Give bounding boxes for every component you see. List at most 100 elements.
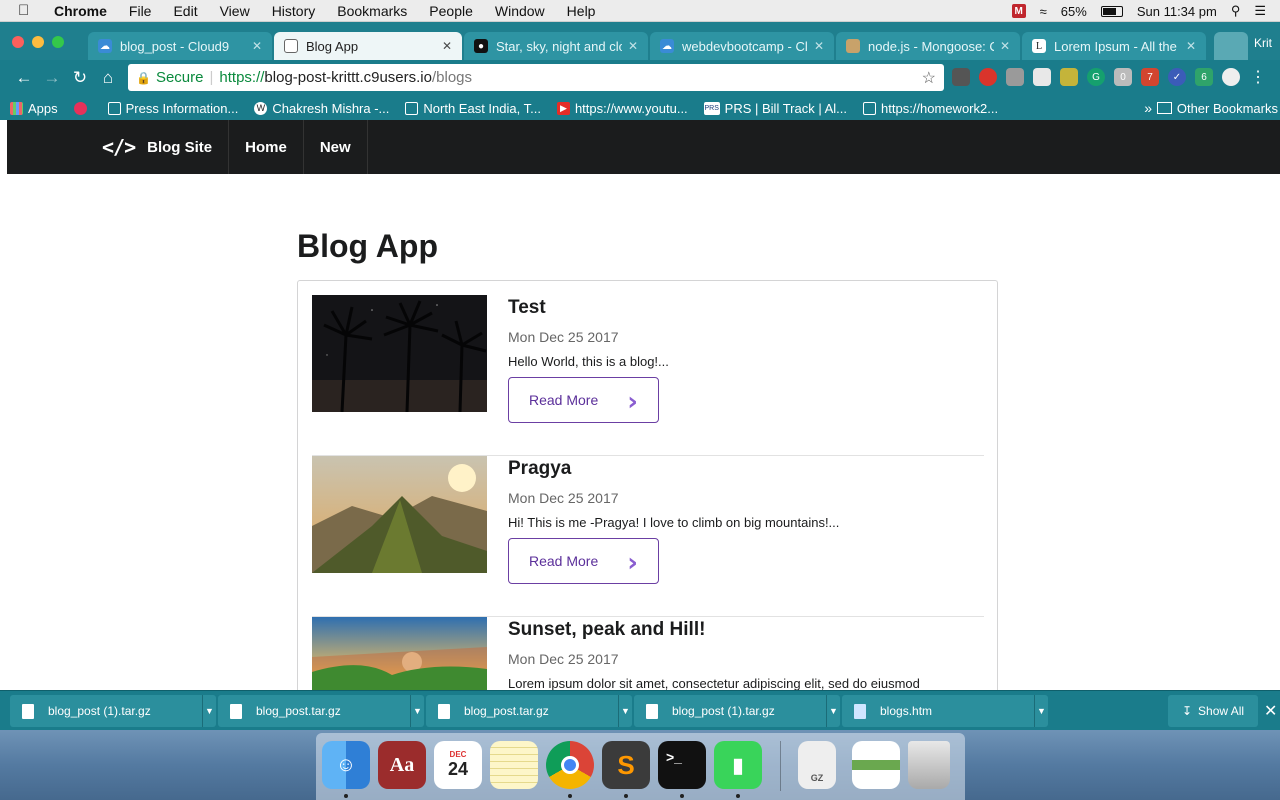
menu-file[interactable]: File [129,3,152,19]
forward-arrow-icon[interactable]: → [38,64,66,92]
close-tab-icon[interactable]: ✕ [1000,39,1010,53]
bookmark-press-information[interactable] [73,101,92,115]
tab-lorem-ipsum[interactable]: L Lorem Ipsum - All the fa ✕ [1022,32,1206,60]
wifi-icon[interactable]: ≈ [1040,4,1047,19]
chrome-document-icon[interactable] [852,741,900,789]
menu-people[interactable]: People [429,3,473,19]
chevron-down-icon[interactable]: ▼ [410,695,424,727]
site-brand[interactable]: </> Blog Site [102,120,230,174]
post-excerpt: Lorem ipsum dolor sit amet, consectetur … [508,676,920,690]
apple-menu-icon[interactable]:  [18,2,38,19]
close-tab-icon[interactable]: ✕ [252,39,262,53]
page-title: Blog App [297,228,438,264]
extension-icon[interactable]: 6 [1195,68,1213,86]
archive-utility-icon[interactable]: ▮ [714,741,762,789]
extension-icon[interactable] [1006,68,1024,86]
bookmark-youtube[interactable]: ▶ https://www.youtu... [556,101,688,116]
read-more-button[interactable]: Read More › [508,538,659,584]
chrome-menu-icon[interactable]: ⋮ [1249,68,1267,86]
antivirus-shield-icon[interactable]: M [1011,4,1026,18]
battery-icon[interactable] [1100,5,1123,17]
chevron-down-icon[interactable]: ▼ [202,695,216,727]
post-title[interactable]: Sunset, peak and Hill! [508,619,978,641]
minimize-window-button[interactable] [32,36,44,48]
opera-extension-icon[interactable] [1222,68,1240,86]
tab-cloud9[interactable]: ☁ blog_post - Cloud9 ✕ [88,32,272,60]
new-tab-button[interactable] [1214,32,1248,60]
download-item[interactable]: blog_post.tar.gz ▼ [218,695,424,727]
chevron-down-icon[interactable]: ▼ [826,695,840,727]
menu-window[interactable]: Window [495,3,545,19]
file-icon [646,703,658,719]
extension-icon[interactable] [1060,68,1078,86]
menu-view[interactable]: View [220,3,250,19]
adblock-icon[interactable] [979,68,997,86]
cloud9-icon: ☁ [98,39,112,53]
checkmark-extension-icon[interactable]: ✓ [1168,68,1186,86]
bookmark-homework[interactable]: https://homework2... [863,101,998,116]
download-item[interactable]: blog_post (1).tar.gz ▼ [634,695,840,727]
chrome-icon[interactable] [546,741,594,789]
profile-name[interactable]: Krit [1254,36,1272,50]
tab-star-sky[interactable]: ● Star, sky, night and clo ✕ [464,32,648,60]
close-tab-icon[interactable]: ✕ [628,39,638,53]
close-tab-icon[interactable]: ✕ [814,39,824,53]
finder-icon[interactable]: ☺ [322,741,370,789]
reload-icon[interactable]: ↻ [66,64,94,92]
back-arrow-icon[interactable]: ← [10,64,38,92]
close-download-shelf-icon[interactable]: ✕ [1264,701,1277,721]
read-more-button[interactable]: Read More › [508,377,659,423]
tab-blog-app[interactable]: Blog App ✕ [274,32,462,60]
gz-file-icon[interactable]: GZ [798,741,836,789]
tab-webdevbootcamp[interactable]: ☁ webdevbootcamp - Clo ✕ [650,32,834,60]
menu-app-chrome[interactable]: Chrome [54,3,107,19]
running-indicator [680,794,684,798]
spotlight-search-icon[interactable]: ⚲ [1231,3,1241,19]
home-icon[interactable]: ⌂ [94,64,122,92]
chevron-down-icon[interactable]: ▼ [1034,695,1048,727]
more-bookmarks-chevron-icon[interactable]: » [1144,100,1152,116]
close-window-button[interactable] [12,36,24,48]
bookmark-press-information-page[interactable]: Press Information... [107,101,238,116]
extension-icon[interactable]: 0 [1114,68,1132,86]
download-item[interactable]: blog_post (1).tar.gz ▼ [10,695,216,727]
bookmark-north-east-india[interactable]: North East India, T... [405,101,541,116]
download-item[interactable]: blogs.htm ▼ [842,695,1048,727]
menu-help[interactable]: Help [567,3,596,19]
close-tab-icon[interactable]: ✕ [1186,39,1196,53]
todoist-icon[interactable]: 7 [1141,68,1159,86]
dictionary-icon[interactable]: Aa [378,741,426,789]
terminal-icon[interactable]: >_ [658,741,706,789]
close-tab-icon[interactable]: ✕ [442,39,452,53]
bookmark-star-icon[interactable]: ☆ [922,68,936,88]
menu-history[interactable]: History [272,3,316,19]
page-icon [863,101,877,115]
bookmark-apps[interactable]: Apps [10,101,58,116]
calendar-icon[interactable]: DEC 24 [434,741,482,789]
maximize-window-button[interactable] [52,36,64,48]
show-all-downloads-button[interactable]: ↧ Show All [1168,695,1258,727]
post-title[interactable]: Test [508,297,978,319]
battery-percent[interactable]: 65% [1061,4,1087,19]
address-bar[interactable]: 🔒 Secure | https:// blog-post-krittt.c9u… [128,64,944,91]
sublime-text-icon[interactable]: S [602,741,650,789]
chevron-down-icon[interactable]: ▼ [618,695,632,727]
extension-icon[interactable] [952,68,970,86]
notes-icon[interactable] [490,741,538,789]
post-title[interactable]: Pragya [508,458,978,480]
tab-title: Blog App [306,38,359,54]
bookmark-prs-bill-track[interactable]: PRS PRS | Bill Track | Al... [703,101,847,116]
trash-icon[interactable] [908,741,950,789]
menu-edit[interactable]: Edit [173,3,197,19]
tag-extension-icon[interactable] [1033,68,1051,86]
bookmark-chakresh-mishra[interactable]: W Chakresh Mishra -... [254,101,389,116]
download-item[interactable]: blog_post.tar.gz ▼ [426,695,632,727]
menu-bookmarks[interactable]: Bookmarks [337,3,407,19]
clock[interactable]: Sun 11:34 pm [1137,4,1217,19]
grammarly-icon[interactable]: G [1087,68,1105,86]
nav-new-link[interactable]: New [304,120,368,174]
nav-home-link[interactable]: Home [229,120,304,174]
other-bookmarks[interactable]: Other Bookmarks [1156,101,1278,116]
tab-stackoverflow[interactable]: node.js - Mongoose: C ✕ [836,32,1020,60]
notification-center-icon[interactable]: ☰ [1254,3,1266,19]
